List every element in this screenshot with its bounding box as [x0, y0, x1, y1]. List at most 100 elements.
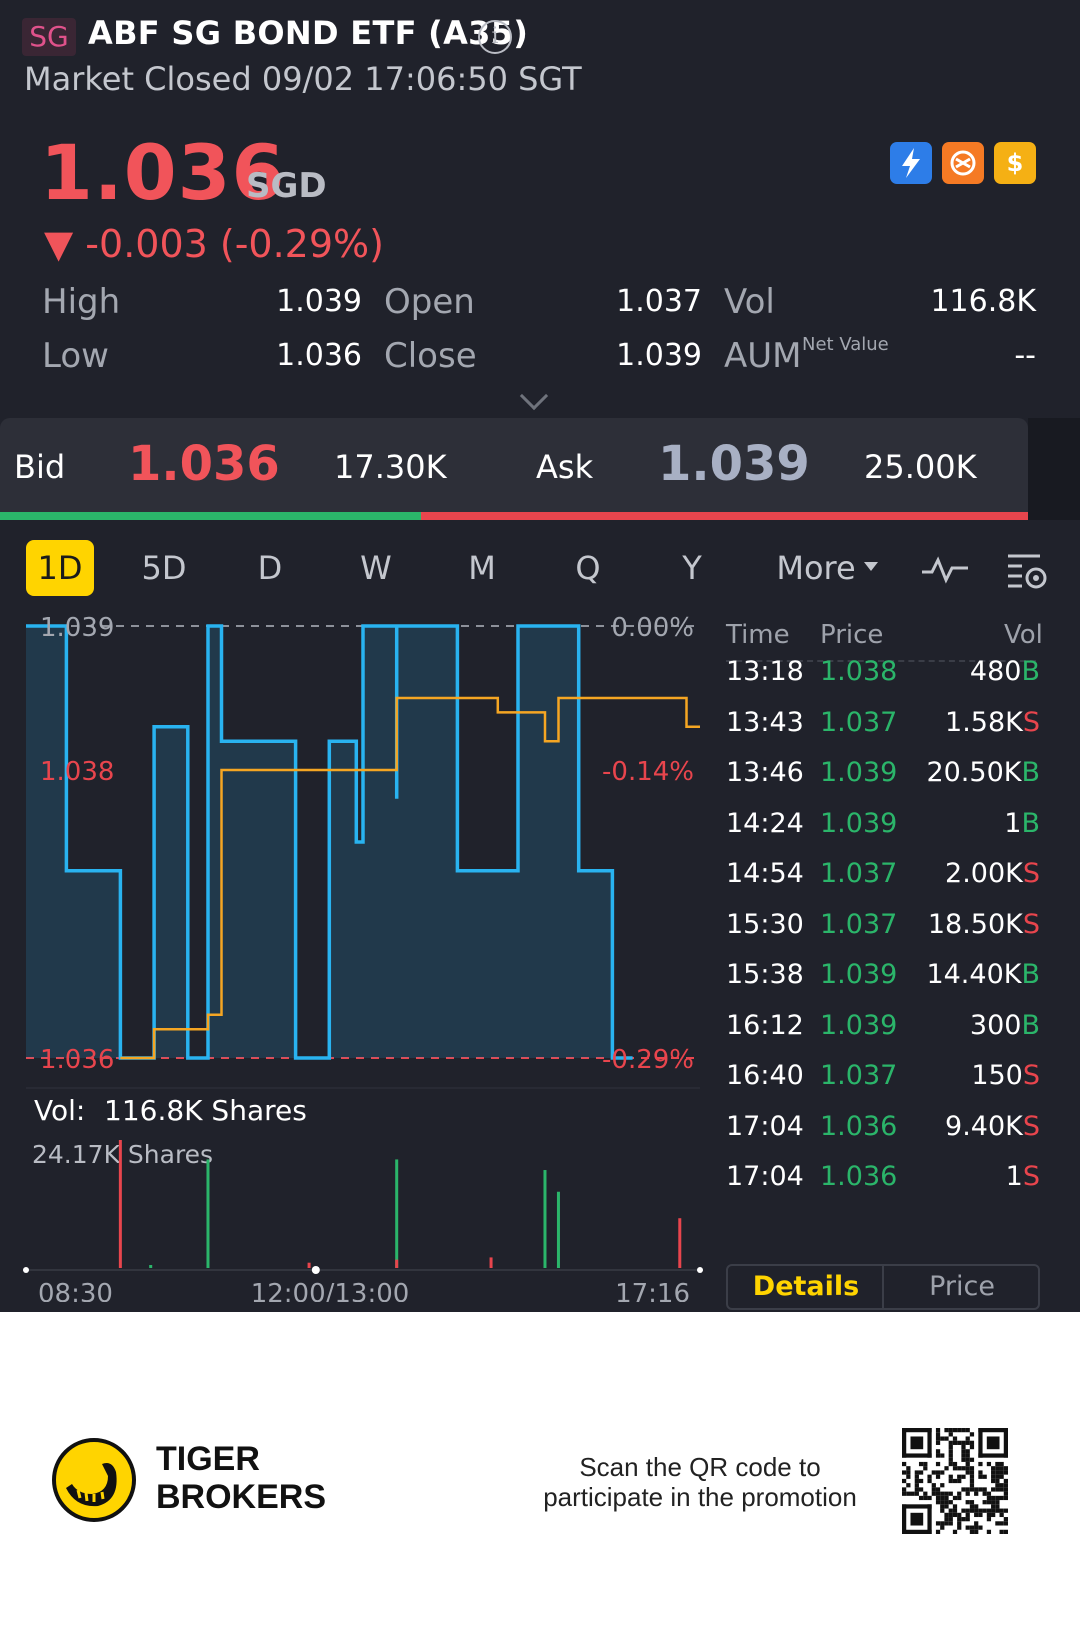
tab-yearly[interactable]: Y	[662, 540, 722, 596]
qr-module	[974, 1525, 979, 1530]
qr-module	[986, 1517, 992, 1522]
qr-module	[999, 1470, 1004, 1475]
qr-module	[974, 1512, 979, 1518]
ask-price: 1.039	[658, 436, 810, 492]
qr-module	[969, 1432, 975, 1437]
promo-line-1: Scan the QR code to	[579, 1452, 821, 1482]
qr-module	[978, 1428, 983, 1458]
qr-module	[965, 1508, 970, 1513]
qr-module	[991, 1474, 996, 1479]
dollar-icon[interactable]: $	[994, 142, 1036, 184]
qr-module	[999, 1529, 1004, 1534]
stat-close-label: Close	[384, 336, 477, 376]
lightning-icon[interactable]	[890, 142, 932, 184]
trade-volume-value: 9.40K	[945, 1110, 1023, 1142]
qr-module	[982, 1491, 987, 1496]
qr-module	[957, 1525, 962, 1530]
tab-more[interactable]: More	[770, 540, 862, 596]
info-icon[interactable]: i	[478, 20, 512, 54]
qr-module	[944, 1521, 949, 1526]
qr-module	[902, 1470, 907, 1475]
qr-module	[974, 1529, 979, 1534]
trade-time: 16:40	[726, 1060, 804, 1091]
qr-module	[995, 1461, 1000, 1467]
volume-total: 116.8K Shares	[104, 1094, 307, 1127]
option-chain-icon[interactable]	[942, 142, 984, 184]
qr-module	[1003, 1521, 1008, 1526]
qr-module	[995, 1521, 1000, 1526]
qr-module	[965, 1500, 970, 1505]
tab-monthly[interactable]: M	[452, 540, 512, 596]
bid-size: 17.30K	[334, 448, 447, 486]
qr-module	[906, 1491, 911, 1496]
qr-module	[935, 1440, 941, 1445]
volume-bar	[395, 1159, 399, 1268]
stat-high-value: 1.039	[276, 284, 362, 319]
qr-module	[902, 1504, 932, 1509]
volume-bar	[556, 1191, 560, 1268]
qr-module	[940, 1500, 945, 1505]
tab-price[interactable]: Price	[884, 1266, 1040, 1308]
qr-module	[927, 1495, 932, 1501]
qr-module	[940, 1436, 945, 1441]
qr-module	[935, 1500, 941, 1505]
qr-module	[948, 1449, 953, 1454]
qr-module	[1003, 1508, 1008, 1513]
trade-volume: 1S	[840, 1161, 1040, 1192]
qr-module	[944, 1466, 949, 1471]
qr-module	[974, 1508, 979, 1513]
qr-code[interactable]	[902, 1428, 1008, 1534]
trade-side-flag: B	[1021, 757, 1040, 788]
tiger-logo-icon	[52, 1438, 136, 1522]
qr-module	[902, 1453, 932, 1458]
qr-module	[999, 1487, 1004, 1492]
qr-module	[999, 1483, 1004, 1488]
brand-name: TIGER BROKERS	[156, 1440, 326, 1516]
trade-volume: 150S	[840, 1060, 1040, 1091]
tab-weekly[interactable]: W	[346, 540, 406, 596]
qr-module	[991, 1487, 996, 1492]
bid-price: 1.036	[128, 436, 280, 492]
ask-label: Ask	[536, 448, 594, 486]
trade-side-flag: S	[1022, 1110, 1040, 1142]
tab-1d[interactable]: 1D	[26, 540, 94, 596]
qr-module	[957, 1478, 962, 1484]
tab-quarterly[interactable]: Q	[558, 540, 618, 596]
qr-module	[995, 1504, 1000, 1509]
more-dropdown-icon[interactable]	[864, 562, 878, 571]
qr-module	[906, 1474, 911, 1479]
expand-chevron-icon[interactable]	[519, 381, 549, 411]
qr-module	[944, 1495, 949, 1501]
qr-module	[918, 1470, 924, 1475]
intraday-chart[interactable]: 1.039 1.038 1.036 0.00% -0.14% -0.29% Vol: 116.…	[0, 612, 720, 1302]
stat-open-value: 1.037	[616, 284, 702, 319]
qr-module	[1003, 1491, 1008, 1496]
indicator-icon[interactable]	[920, 554, 970, 588]
qr-module	[923, 1491, 928, 1496]
qr-module	[986, 1508, 992, 1513]
qr-module	[914, 1483, 919, 1488]
qr-module	[944, 1428, 949, 1433]
tab-details[interactable]: Details	[728, 1266, 884, 1308]
qr-module	[940, 1483, 945, 1488]
qr-module	[991, 1508, 996, 1513]
qr-module	[969, 1500, 975, 1505]
tab-5d[interactable]: 5D	[132, 540, 196, 596]
qr-module	[986, 1461, 992, 1467]
qr-module	[935, 1495, 941, 1501]
chart-settings-icon[interactable]	[1006, 550, 1050, 594]
trade-volume: 480B	[840, 656, 1040, 687]
qr-module	[978, 1428, 1008, 1433]
qr-module	[978, 1487, 983, 1492]
qr-module	[961, 1440, 966, 1445]
qr-module	[935, 1474, 941, 1479]
qr-module	[965, 1466, 970, 1471]
qr-module	[914, 1474, 919, 1479]
y-tick-label: 1.038	[40, 757, 114, 787]
qr-module	[978, 1453, 1008, 1458]
trade-volume-value: 1	[1004, 807, 1022, 839]
brand-line-2: BROKERS	[156, 1478, 327, 1516]
tab-daily[interactable]: D	[240, 540, 300, 596]
qr-module	[910, 1436, 924, 1450]
qr-module	[969, 1508, 975, 1513]
